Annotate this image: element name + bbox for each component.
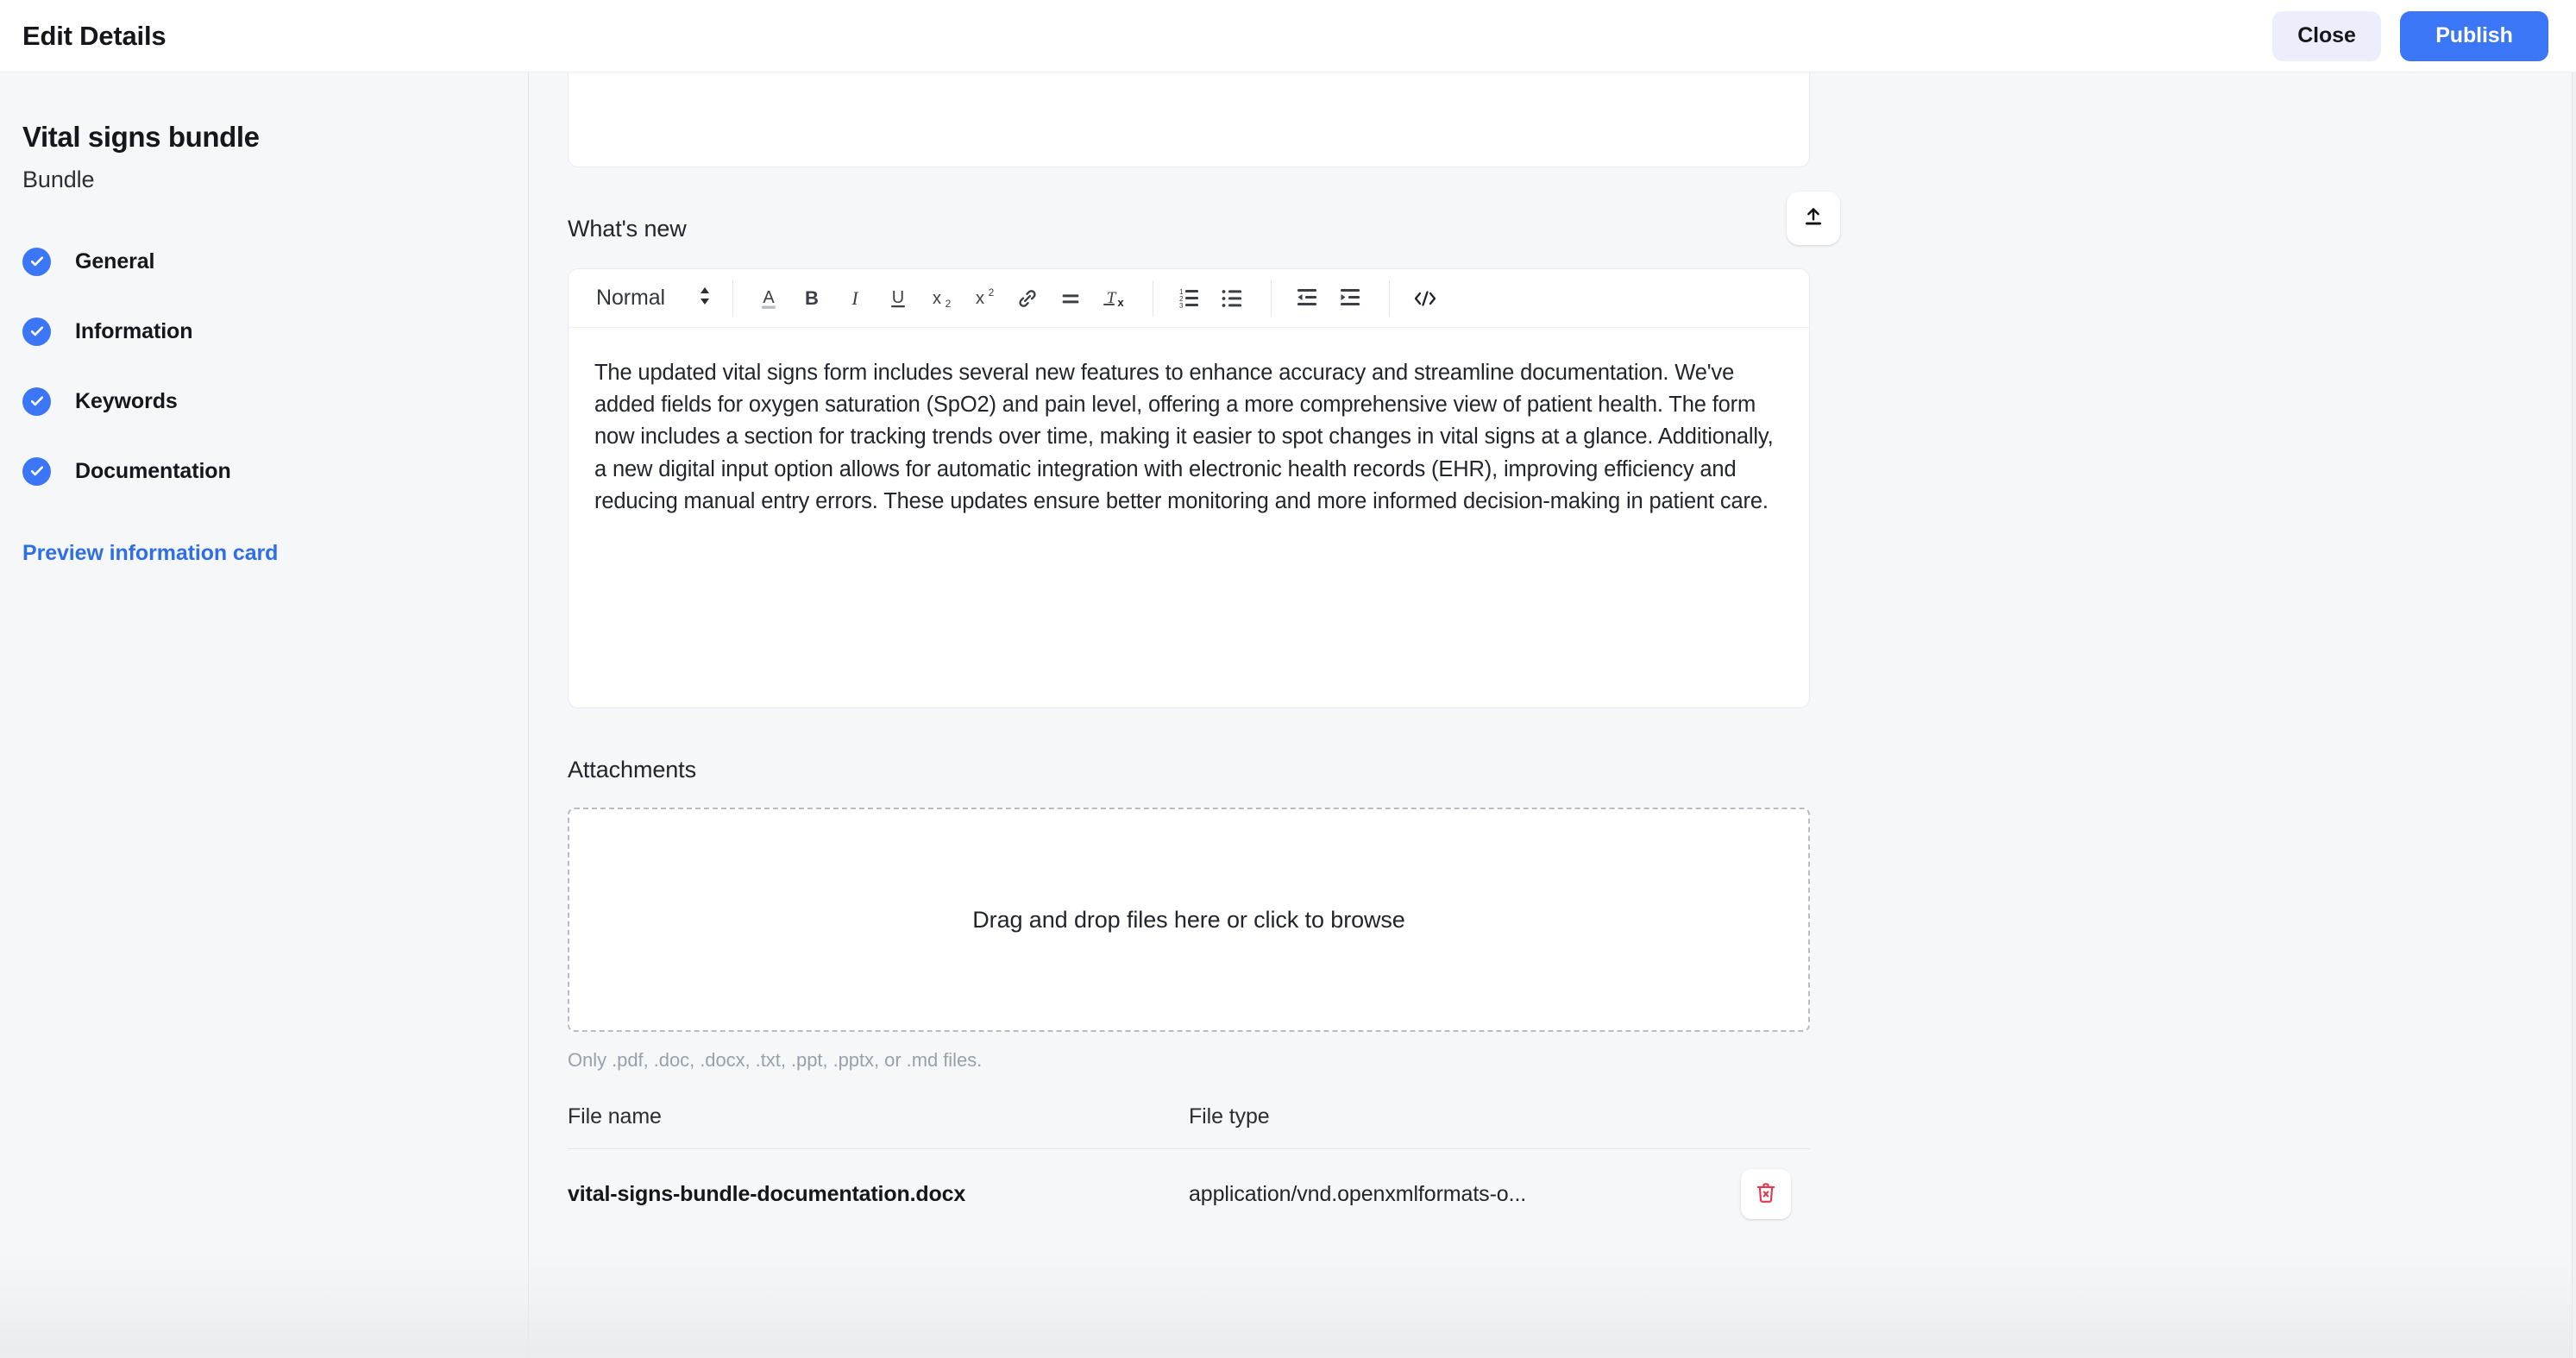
sidebar-nav: General Information Keywords Documentati… xyxy=(22,243,528,489)
sidebar-item-label: Keywords xyxy=(75,388,178,413)
whats-new-label: What's new xyxy=(568,216,687,242)
publish-button[interactable]: Publish xyxy=(2400,10,2548,61)
table-row: vital-signs-bundle-documentation.docx ap… xyxy=(568,1149,1810,1239)
svg-text:2: 2 xyxy=(946,298,952,310)
whats-new-header: What's new xyxy=(568,192,1840,245)
attachments-header: Attachments xyxy=(568,757,1810,783)
check-circle-icon xyxy=(22,387,51,416)
svg-text:x: x xyxy=(1117,296,1124,309)
whats-new-editor[interactable]: Normal A B I U x 2 x 2 T x 1 2 3 The upd… xyxy=(568,268,1810,708)
svg-text:x: x xyxy=(976,289,984,308)
top-bar-actions: Close Publish xyxy=(2272,10,2548,61)
attachments-label: Attachments xyxy=(568,757,696,783)
sidebar-item-label: Documentation xyxy=(75,458,231,483)
vertical-scrollbar[interactable] xyxy=(2572,72,2576,1358)
format-select-value: Normal xyxy=(596,286,665,310)
page-body: Vital signs bundle Bundle General Inform… xyxy=(0,72,2576,1358)
sidebar-item-keywords[interactable]: Keywords xyxy=(22,383,528,419)
page-title: Edit Details xyxy=(22,20,166,51)
chevron-updown-icon xyxy=(698,285,712,311)
check-circle-icon xyxy=(22,456,51,486)
check-circle-icon xyxy=(22,317,51,346)
attachments-dropzone[interactable]: Drag and drop files here or click to bro… xyxy=(568,808,1810,1032)
sidebar-item-documentation[interactable]: Documentation xyxy=(22,453,528,489)
whats-new-paragraph: The updated vital signs form includes se… xyxy=(594,361,1774,513)
editor-toolbar: Normal A B I U x 2 x 2 T x 1 2 3 xyxy=(569,269,1809,328)
clear-format-icon[interactable]: T x xyxy=(1094,279,1134,318)
previous-section-card xyxy=(568,72,1810,167)
indent-icon[interactable] xyxy=(1330,279,1370,318)
sidebar-item-information[interactable]: Information xyxy=(22,313,528,349)
trash-icon xyxy=(1755,1181,1777,1208)
toolbar-divider xyxy=(1388,280,1390,317)
svg-text:3: 3 xyxy=(1179,302,1184,310)
svg-text:B: B xyxy=(805,287,819,309)
file-name-cell: vital-signs-bundle-documentation.docx xyxy=(568,1181,966,1206)
top-bar: Edit Details Close Publish xyxy=(0,0,2576,72)
file-type-cell: application/vnd.openxmlformats-o... xyxy=(1189,1181,1527,1206)
dropzone-text: Drag and drop files here or click to bro… xyxy=(972,906,1405,933)
preview-information-card-link[interactable]: Preview information card xyxy=(22,541,278,566)
svg-text:U: U xyxy=(892,288,904,307)
align-icon[interactable] xyxy=(1051,279,1090,318)
svg-text:A: A xyxy=(763,288,775,307)
svg-text:2: 2 xyxy=(989,286,995,299)
sidebar-item-general[interactable]: General xyxy=(22,243,528,280)
text-color-icon[interactable]: A xyxy=(749,279,789,318)
svg-text:I: I xyxy=(851,287,859,309)
underline-icon[interactable]: U xyxy=(878,279,918,318)
close-button[interactable]: Close xyxy=(2272,10,2381,61)
attachments-table: File name File type vital-signs-bundle-d… xyxy=(568,1104,1810,1239)
sidebar-subtitle: Bundle xyxy=(22,167,95,192)
sidebar: Vital signs bundle Bundle General Inform… xyxy=(0,72,529,1358)
subscript-icon[interactable]: x 2 xyxy=(921,279,961,318)
upload-icon xyxy=(1802,206,1825,231)
sidebar-item-label: General xyxy=(75,248,155,273)
outdent-icon[interactable] xyxy=(1287,279,1327,318)
format-select[interactable]: Normal xyxy=(587,280,717,317)
toolbar-divider xyxy=(732,280,733,317)
italic-icon[interactable]: I xyxy=(835,279,875,318)
bold-icon[interactable]: B xyxy=(792,279,832,318)
toolbar-divider xyxy=(1270,280,1272,317)
delete-attachment-button[interactable] xyxy=(1741,1169,1791,1219)
column-header-file-name: File name xyxy=(568,1104,662,1129)
attachments-hint: Only .pdf, .doc, .docx, .txt, .ppt, .ppt… xyxy=(568,1049,983,1071)
code-block-icon[interactable] xyxy=(1405,279,1445,318)
superscript-icon[interactable]: x 2 xyxy=(964,279,1004,318)
table-header-row: File name File type xyxy=(568,1104,1810,1149)
main-content: What's new Normal A B I U x 2 x 2 T x 1 … xyxy=(529,72,2576,1358)
svg-text:x: x xyxy=(933,289,941,308)
sidebar-item-label: Information xyxy=(75,318,193,343)
editor-content[interactable]: The updated vital signs form includes se… xyxy=(569,328,1809,707)
check-circle-icon xyxy=(22,247,51,276)
bullet-list-icon[interactable] xyxy=(1212,279,1252,318)
sidebar-title: Vital signs bundle xyxy=(22,121,260,153)
column-header-file-type: File type xyxy=(1189,1104,1270,1129)
upload-button[interactable] xyxy=(1787,192,1840,245)
ordered-list-icon[interactable]: 1 2 3 xyxy=(1169,279,1209,318)
link-icon[interactable] xyxy=(1008,279,1047,318)
